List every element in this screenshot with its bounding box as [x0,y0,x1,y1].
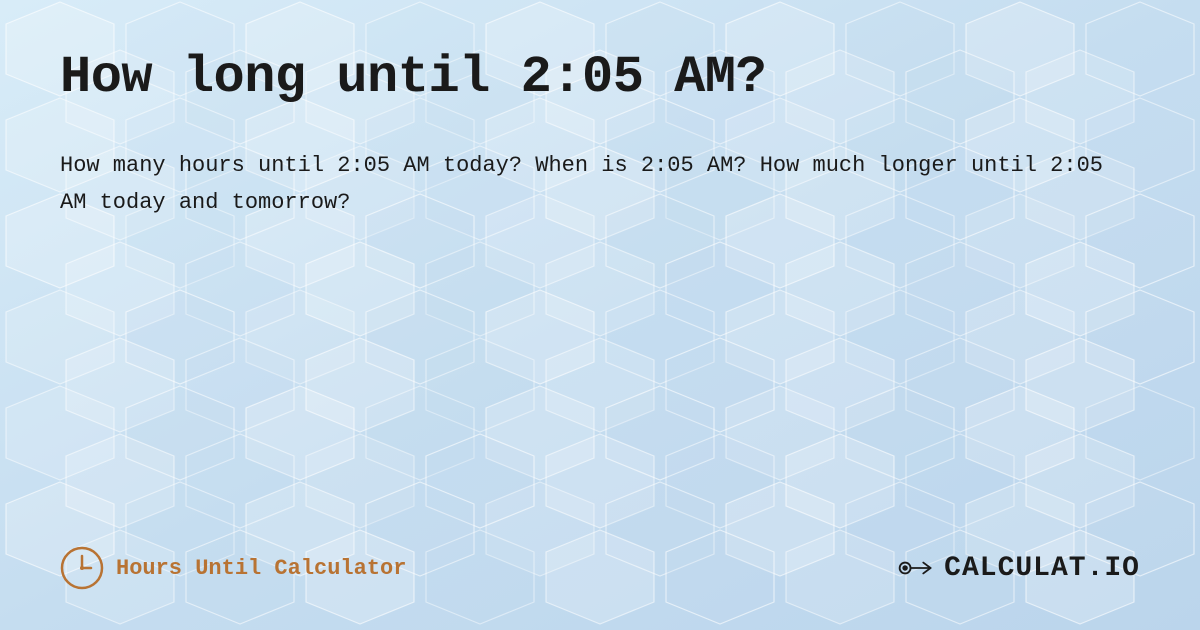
brand-section: Hours Until Calculator [60,546,406,590]
page-description: How many hours until 2:05 AM today? When… [60,147,1140,222]
calculator-logo-icon [896,548,936,588]
logo-text: CALCULAT.IO [944,553,1140,584]
footer: Hours Until Calculator CALCULAT.IO [60,526,1140,590]
page-title: How long until 2:05 AM? [60,48,1140,107]
logo-section: CALCULAT.IO [896,548,1140,588]
brand-label: Hours Until Calculator [116,556,406,581]
clock-icon [60,546,104,590]
